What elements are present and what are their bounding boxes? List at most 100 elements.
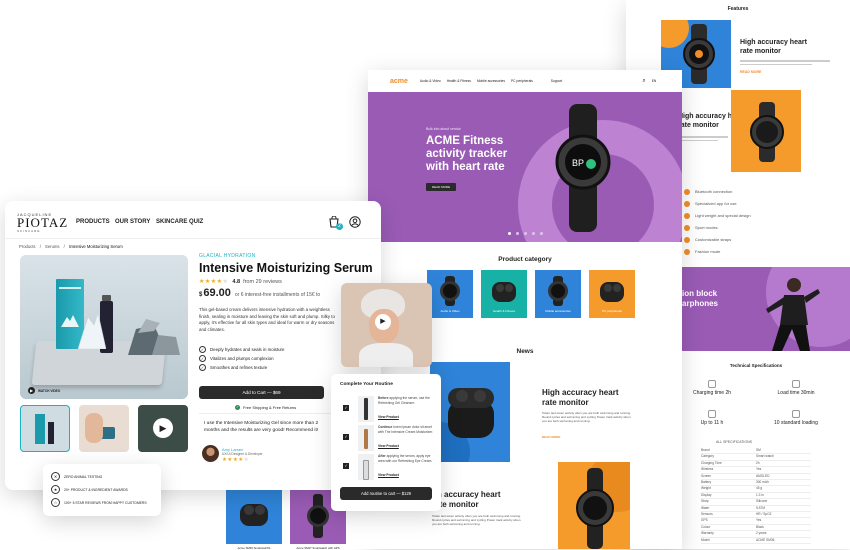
- acme-hero: Bulk info about vendor ACME Fitness acti…: [368, 92, 682, 242]
- nav-skincare-quiz[interactable]: SKINCARE QUIZ: [156, 219, 203, 225]
- nav-our-story[interactable]: OUR STORY: [115, 219, 150, 225]
- breadcrumb-item[interactable]: Serums: [45, 244, 59, 249]
- check-icon: ✓: [199, 346, 206, 353]
- nav-audio[interactable]: Audio & Video: [420, 79, 441, 83]
- cart-count-badge: 2: [336, 223, 343, 230]
- hero-read-more-button[interactable]: READ MORE: [426, 183, 456, 191]
- breadcrumb: Products / Serums / Intensive Moisturizi…: [19, 244, 123, 249]
- reviewer-stars: ★★★★★: [222, 457, 250, 463]
- check-icon: ✓: [199, 364, 206, 371]
- earbuds-icon: [492, 282, 516, 302]
- spec-label: Water: [701, 505, 710, 510]
- earbuds-icon: [240, 504, 268, 526]
- review-quote: I use the Intensive Moisturizing Gel sin…: [204, 421, 319, 434]
- smartwatch-icon: [440, 276, 460, 306]
- hero-carousel-dots[interactable]: [508, 232, 543, 235]
- routine-view-product[interactable]: View Product: [378, 415, 399, 419]
- category-label: Audio & Video: [440, 309, 460, 313]
- routine-item: ✓ After applying the serum, apply eye ar…: [340, 454, 436, 480]
- news-image-1: [430, 362, 510, 462]
- feature-list-item: Customizable straps: [684, 234, 804, 246]
- spec-cell: Up to 11 h: [682, 410, 742, 426]
- spec-value: Smart watch: [756, 454, 774, 459]
- shipping-note: ✓ Free Shipping & Free Returns: [235, 405, 297, 410]
- thumbnail-2[interactable]: [79, 405, 129, 452]
- spec-label: Wireless: [701, 467, 714, 472]
- spec-cell: Load time 30min: [766, 380, 826, 396]
- routine-product-image: [358, 396, 374, 422]
- all-specs-link[interactable]: ALL SPECIFICATIONS: [716, 440, 752, 444]
- routine-item: ✓ Before applying the serum, use the Ref…: [340, 396, 436, 422]
- add-to-cart-button[interactable]: Add to Cart — $69: [199, 386, 324, 399]
- nav-mobile[interactable]: Mobile accessories: [477, 79, 505, 83]
- fitness-tracker-image: BP: [555, 104, 611, 232]
- cart-icon[interactable]: 2: [328, 216, 343, 230]
- spec-label: GPS: [701, 518, 708, 523]
- language-select[interactable]: EN: [652, 79, 657, 83]
- breadcrumb-item-current: Intensive Moisturizing Serum: [69, 244, 123, 249]
- routine-text: Before applying the serum, use the Refre…: [378, 396, 430, 405]
- thumbnail-1[interactable]: [20, 405, 70, 452]
- spec-value: 1.3 in: [756, 492, 764, 497]
- add-routine-button[interactable]: Add routine to cart — $129: [340, 487, 432, 500]
- nav-products[interactable]: PRODUCTS: [76, 219, 110, 225]
- breadcrumb-item[interactable]: Products: [19, 244, 36, 249]
- spec-label: Strap: [701, 499, 709, 504]
- routine-checkbox[interactable]: ✓: [343, 405, 349, 411]
- routine-checkbox[interactable]: ✓: [343, 434, 349, 440]
- nav-support[interactable]: Support: [551, 79, 563, 83]
- feature-1-link[interactable]: READ MORE: [740, 70, 761, 74]
- acme-logo[interactable]: acme: [390, 78, 408, 85]
- earbuds-case-icon: [448, 388, 494, 438]
- routine-heading: Complete Your Routine: [340, 382, 393, 387]
- category-tile-pc[interactable]: PC peripherals: [589, 270, 635, 318]
- spec-label: Sensors: [701, 512, 713, 517]
- nav-pc[interactable]: PC peripherals: [511, 79, 533, 83]
- spec-table: Brand SM Category Smart watch Charging Time 2…: [701, 448, 811, 545]
- rocks: [128, 319, 180, 355]
- benefit-item: ✓ Vitalizes and plumps complexion: [199, 355, 274, 362]
- features-title: Features: [727, 6, 749, 12]
- feature-image-2: [731, 90, 801, 172]
- product-eyebrow: GLACIAL HYDRATION: [199, 253, 256, 259]
- spec-cell: Charging time 2h: [682, 380, 742, 396]
- spec-value: 2 years: [756, 531, 767, 536]
- spec-value: AMOLED: [756, 473, 770, 478]
- piotaz-logo[interactable]: JACQUELINE PIOTAZ SKINCARE: [17, 212, 68, 233]
- feature-list: Bluetooth connection Specialized app for…: [684, 186, 804, 258]
- feature-list-item: Specialized app for use: [684, 198, 804, 210]
- routine-view-product[interactable]: View Product: [378, 444, 399, 448]
- news-1-title: High accuracy heart rate monitor: [542, 388, 619, 407]
- woman-photo: [766, 278, 820, 351]
- search-icon[interactable]: ⌕: [642, 78, 645, 85]
- specs-heading: Technical Specifications: [729, 363, 783, 368]
- category-tile-health[interactable]: Health & Fitness: [481, 270, 527, 318]
- spec-label: Model: [701, 537, 710, 542]
- play-icon: ▶: [153, 418, 173, 438]
- product-title: Intensive Moisturizing Serum: [199, 261, 373, 275]
- nav-health[interactable]: Health & Fitness: [447, 79, 471, 83]
- video-thumbnail-overlay[interactable]: ▶: [341, 283, 432, 367]
- spec-value: 2h: [756, 460, 760, 465]
- account-icon[interactable]: [349, 216, 361, 228]
- watch-video-button[interactable]: ▶ WATCH VIDEO: [28, 387, 60, 394]
- product-rating: ★★★★★ 4.8 from 29 reviews: [199, 278, 282, 286]
- bottom-product-1[interactable]: [226, 488, 282, 544]
- spec-value: 5 ATM: [756, 505, 765, 510]
- category-tile-mobile[interactable]: Mobile accessories: [535, 270, 581, 318]
- bottom-product-1-label: Acme SM36 SmartwatchS: [237, 546, 271, 550]
- spec-label: Warranty: [701, 531, 714, 536]
- product-description: This gel-based cream delivers intensive …: [199, 307, 335, 332]
- banner-title: ion block arphones: [682, 289, 719, 308]
- category-tile-audio[interactable]: Audio & Video: [427, 270, 473, 318]
- spec-value: Black: [756, 524, 764, 529]
- news-1-read-more[interactable]: READ MORE: [542, 435, 560, 439]
- routine-view-product[interactable]: View Product: [378, 473, 399, 477]
- routine-checkbox[interactable]: ✓: [343, 463, 349, 469]
- category-label: Mobile accessories: [545, 309, 571, 313]
- feature-list-item: Fashion mode: [684, 246, 804, 258]
- thumbnail-video[interactable]: ▶: [138, 405, 188, 452]
- spec-value: Silicone: [756, 499, 768, 504]
- review-count[interactable]: from 29 reviews: [243, 279, 282, 285]
- spec-label: Display: [701, 492, 712, 497]
